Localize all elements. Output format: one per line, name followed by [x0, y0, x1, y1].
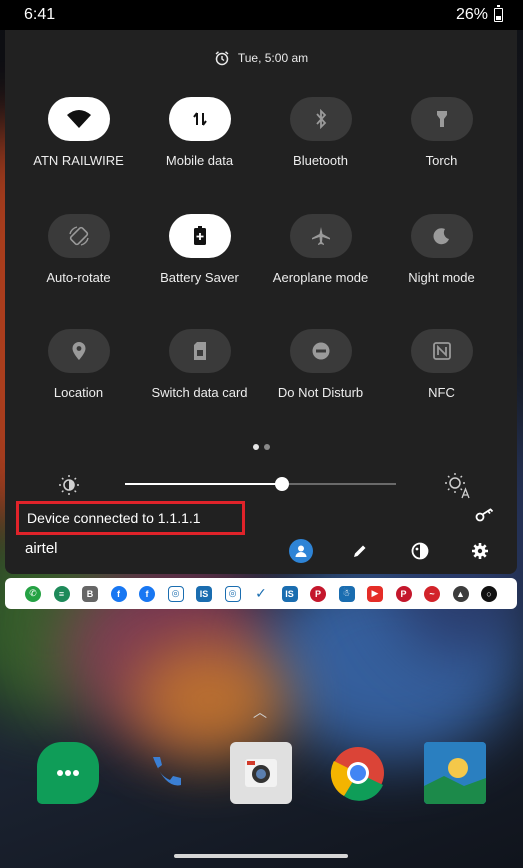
brightness-slider[interactable] [125, 477, 396, 491]
tile-label-switch-data-card: Switch data card [151, 385, 248, 400]
tile-label-torch: Torch [425, 153, 458, 168]
is-icon: IS [281, 585, 298, 602]
vpn-status-text: Device connected to 1.1.1.1 [27, 510, 201, 526]
tile-do-not-disturb[interactable]: Do Not Disturb [260, 329, 381, 400]
hangouts-icon[interactable] [37, 742, 100, 804]
app-b-icon: B [82, 585, 98, 602]
tile-label-night-mode: Night mode [408, 270, 475, 285]
facebook-icon: f [139, 585, 155, 602]
location-pin-icon [47, 329, 110, 373]
airtel-icon: ~ [424, 585, 440, 602]
brightness-low-icon [59, 475, 79, 495]
tile-night-mode[interactable]: Night mode [381, 214, 502, 285]
tile-label-do-not-disturb: Do Not Disturb [277, 385, 364, 400]
settings-icon[interactable] [467, 538, 493, 564]
next-alarm[interactable]: Tue, 5:00 am [5, 50, 517, 66]
aura-icon: ▲ [452, 585, 469, 602]
camera-icon[interactable] [230, 742, 293, 804]
tile-label-battery-saver: Battery Saver [160, 270, 239, 285]
quick-settings-panel: Tue, 5:00 am ATN RAILWIRE Mobile data Bl… [5, 30, 517, 574]
whatsapp-icon: ✆ [25, 585, 41, 602]
battery-percentage: 26% [455, 6, 488, 23]
tile-auto-rotate[interactable]: Auto-rotate [18, 214, 139, 285]
theme-icon[interactable] [407, 538, 433, 564]
status-bar: 6:41 26% [0, 0, 523, 30]
wifi-icon [47, 97, 110, 141]
nfc-icon [410, 329, 473, 373]
chrome-icon[interactable] [327, 742, 389, 804]
carrier-name: airtel [25, 540, 58, 557]
tile-nfc[interactable]: NFC [381, 329, 502, 400]
tile-label-auto-rotate: Auto-rotate [46, 270, 111, 285]
tile-label-mobile-data: Mobile data [165, 153, 234, 168]
status-time: 6:41 [24, 6, 56, 23]
flashlight-icon [410, 97, 473, 141]
sim-card-icon [168, 329, 231, 373]
vpn-key-icon[interactable] [475, 508, 495, 522]
youtube-icon: ▶ [367, 585, 383, 602]
tile-label-location: Location [53, 385, 104, 400]
is-icon: IS [196, 585, 212, 602]
alarm-clock-icon [215, 51, 229, 66]
battery-icon [494, 5, 503, 22]
check-icon: ✓ [253, 585, 269, 602]
vpn-status[interactable]: Device connected to 1.1.1.1 [16, 501, 245, 535]
brightness-slider-fill [125, 483, 282, 485]
tile-switch-data-card[interactable]: Switch data card [139, 329, 260, 400]
messaging-icon: ≡ [53, 585, 70, 602]
data-arrows-icon [168, 97, 231, 141]
pinterest-icon: P [395, 585, 412, 602]
snapchat-icon: ☃ [338, 585, 355, 602]
next-alarm-text: Tue, 5:00 am [237, 51, 309, 65]
instagram-icon: ◎ [224, 585, 241, 602]
battery-plus-icon [168, 214, 231, 258]
tile-torch[interactable]: Torch [381, 97, 502, 168]
home-dock [0, 742, 523, 804]
chevron-up-icon[interactable]: ︿ [253, 702, 267, 722]
circle-icon: ○ [481, 585, 497, 602]
tile-bluetooth[interactable]: Bluetooth [260, 97, 381, 168]
dnd-icon [289, 329, 352, 373]
gesture-navigation-bar[interactable] [174, 854, 348, 858]
page-indicator [253, 444, 270, 450]
pinterest-icon: P [310, 585, 326, 602]
tile-location[interactable]: Location [18, 329, 139, 400]
tile-mobile-data[interactable]: Mobile data [139, 97, 260, 168]
brightness-slider-thumb[interactable] [275, 477, 289, 491]
moon-icon [410, 214, 473, 258]
tile-label-nfc: NFC [428, 385, 455, 400]
tile-label-bluetooth: Bluetooth [293, 153, 348, 168]
brightness-control [55, 473, 485, 499]
page-dot [264, 444, 270, 450]
tile-label-wifi: ATN RAILWIRE [33, 153, 124, 168]
airplane-icon [289, 214, 352, 258]
edit-icon[interactable] [347, 538, 373, 564]
user-icon[interactable] [289, 539, 313, 563]
tile-aeroplane-mode[interactable]: Aeroplane mode [260, 214, 381, 285]
page-dot [253, 444, 259, 450]
tile-wifi[interactable]: ATN RAILWIRE [18, 97, 139, 168]
gallery-icon[interactable] [423, 742, 486, 804]
facebook-icon: f [110, 585, 127, 602]
bluetooth-icon [289, 97, 352, 141]
phone-icon[interactable] [134, 742, 196, 804]
rotate-icon [47, 214, 110, 258]
tile-label-aeroplane-mode: Aeroplane mode [272, 270, 369, 285]
qs-footer-actions [289, 538, 493, 564]
instagram-icon: ◎ [167, 585, 184, 602]
auto-brightness-icon[interactable] [442, 471, 472, 499]
tile-battery-saver[interactable]: Battery Saver [139, 214, 260, 285]
notification-app-icons[interactable]: ✆ ≡ B f f ◎ IS ◎ ✓ IS P ☃ ▶ P ~ ▲ ○ [5, 578, 517, 609]
